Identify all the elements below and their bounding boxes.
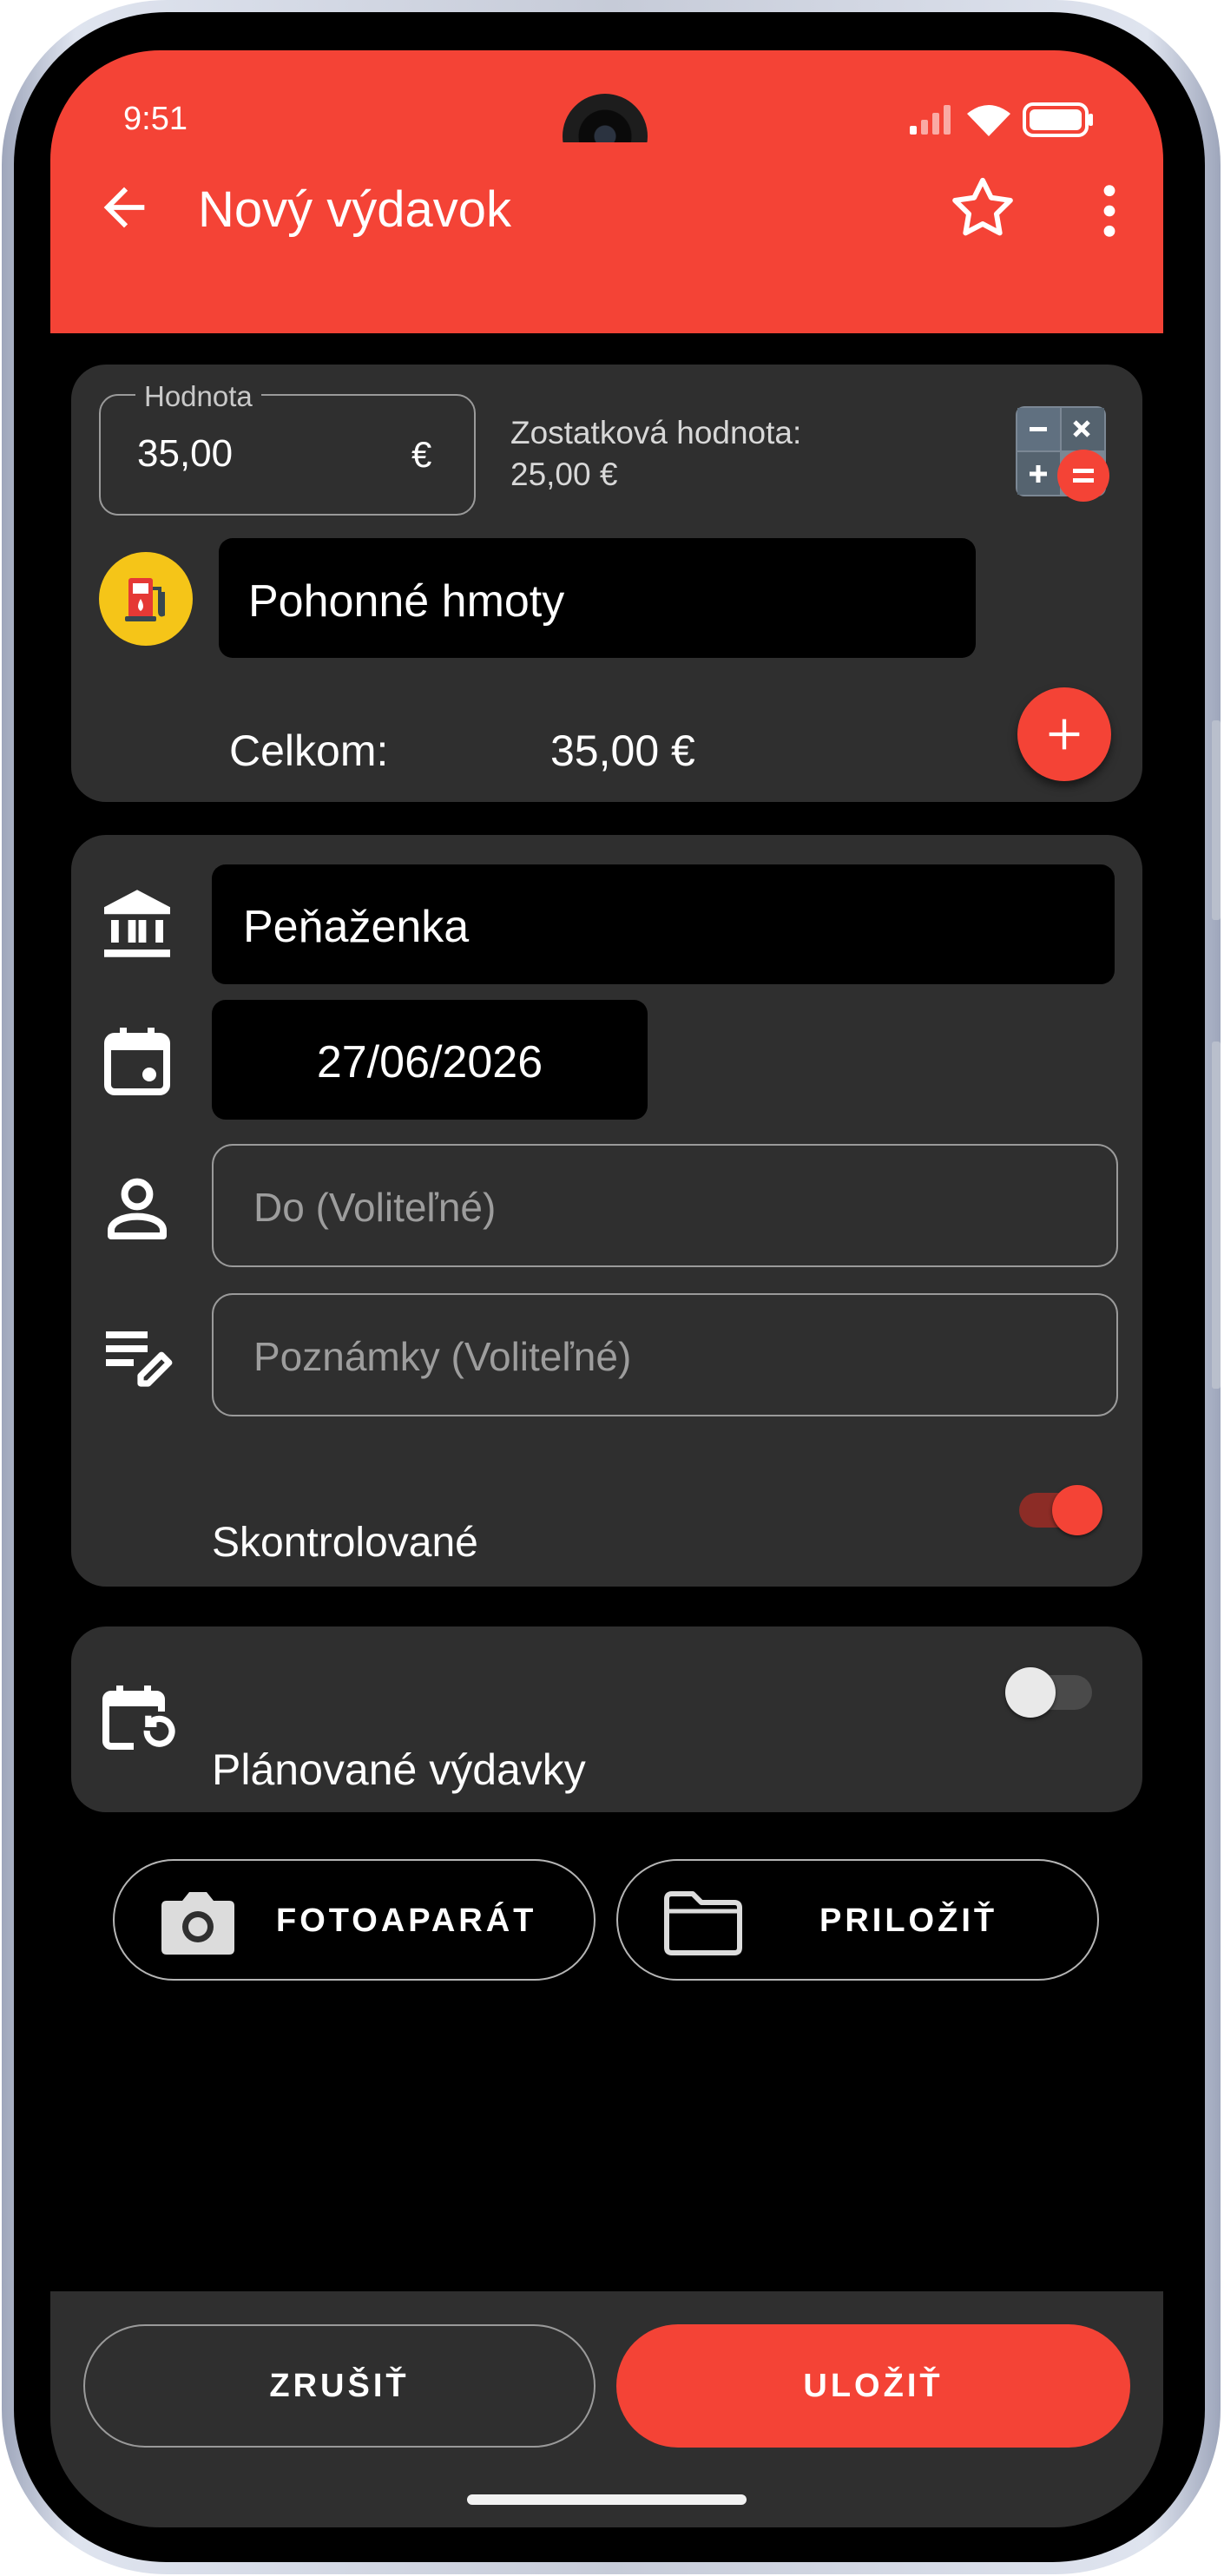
more-options-button[interactable] — [1092, 181, 1127, 241]
remaining-value: 25,00 € — [510, 457, 618, 492]
add-split-button[interactable] — [1017, 687, 1111, 781]
date-row-icon — [95, 1019, 179, 1102]
status-time: 9:51 — [123, 101, 188, 137]
bank-icon — [104, 890, 170, 957]
notes-placeholder: Poznámky (Voliteľné) — [253, 1334, 632, 1379]
notes-row-icon — [95, 1314, 179, 1397]
page-title: Nový výdavok — [198, 181, 512, 238]
payee-placeholder: Do (Voliteľné) — [253, 1185, 497, 1230]
save-button-label[interactable]: ULOŽIŤ — [616, 2368, 1130, 2405]
phone-side-button — [1212, 1042, 1221, 1389]
status-icons — [910, 102, 1094, 137]
calculator-icon — [1016, 406, 1109, 502]
account-name[interactable]: Peňaženka — [243, 901, 469, 953]
plus-icon — [1049, 719, 1080, 750]
fuel-pump-icon — [125, 578, 165, 621]
planned-label: Plánované výdavky — [212, 1745, 586, 1794]
app-screen: 9:51 Nový výdavok Hodnota 35,00 € Zostat… — [50, 50, 1163, 2527]
attach-button-label[interactable]: PRILOŽIŤ — [819, 1902, 997, 1940]
cancel-button-label[interactable]: ZRUŠIŤ — [83, 2368, 596, 2405]
calculator-button[interactable] — [1016, 406, 1113, 503]
arrow-back-icon — [103, 187, 145, 228]
phone-side-button — [1212, 720, 1221, 920]
remaining-label: Zostatková hodnota: — [510, 415, 802, 450]
star-outline-icon — [952, 177, 1013, 236]
payee-row-icon — [95, 1166, 179, 1250]
currency-symbol: € — [411, 434, 432, 475]
home-indicator[interactable] — [467, 2494, 747, 2505]
total-label: Celkom: — [229, 726, 389, 775]
account-row-icon — [95, 884, 179, 967]
battery-icon — [1023, 102, 1093, 137]
back-button[interactable] — [94, 177, 155, 238]
signal-icon — [910, 105, 951, 135]
category-name[interactable]: Pohonné hmoty — [248, 575, 564, 628]
amount-value[interactable]: 35,00 — [137, 432, 233, 476]
planned-toggle-thumb[interactable] — [1005, 1667, 1056, 1718]
total-value: 35,00 € — [550, 726, 695, 775]
person-icon — [108, 1178, 167, 1239]
calendar-repeat-icon — [102, 1686, 175, 1750]
amount-label: Hodnota — [135, 380, 261, 413]
calendar-icon — [104, 1028, 170, 1095]
planned-row-icon — [95, 1677, 179, 1760]
folder-icon — [664, 1891, 742, 1955]
notes-edit-icon — [106, 1331, 173, 1387]
camera-button-label[interactable]: FOTOAPARÁT — [276, 1902, 536, 1940]
checked-toggle-thumb[interactable] — [1052, 1485, 1102, 1535]
camera-icon — [161, 1892, 234, 1955]
wifi-icon — [967, 105, 1010, 136]
category-icon[interactable] — [99, 552, 193, 646]
checked-label: Skontrolované — [212, 1520, 478, 1566]
favorite-button[interactable] — [946, 172, 1019, 245]
more-vert-icon — [1103, 185, 1115, 237]
date-value[interactable]: 27/06/2026 — [212, 1036, 648, 1088]
